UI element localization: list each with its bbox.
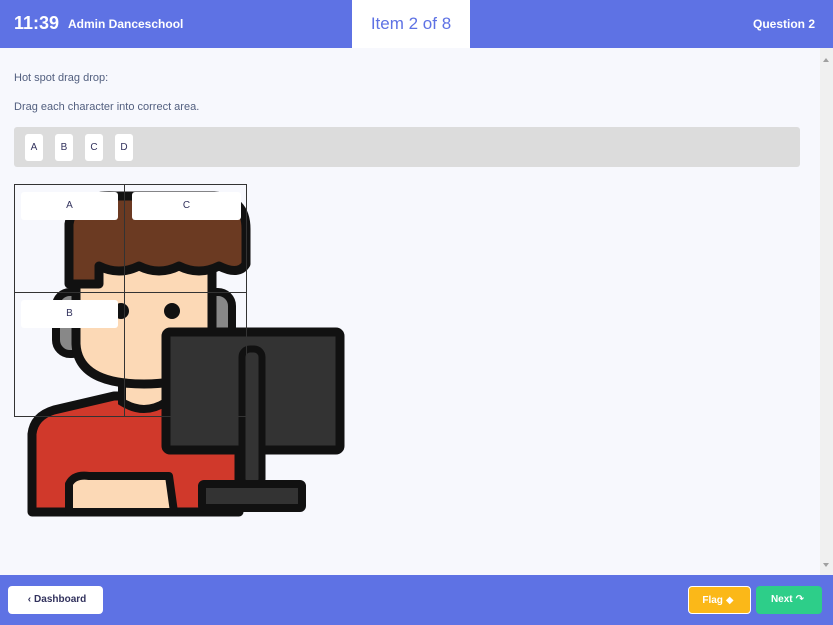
drag-tray: A B C D <box>14 127 800 167</box>
placed-chip-a[interactable]: A <box>21 192 118 220</box>
next-label: Next <box>770 594 793 605</box>
flag-button[interactable]: Flag ◆ <box>688 586 751 614</box>
question-type-label: Hot spot drag drop: <box>14 72 109 84</box>
scroll-up-icon[interactable] <box>823 58 829 62</box>
tag-icon: ◆ <box>725 595 734 606</box>
drag-chip-b[interactable]: B <box>55 134 73 161</box>
chevron-left-icon: ‹ <box>27 594 32 605</box>
next-button[interactable]: Next ↷ <box>756 586 822 614</box>
placed-chip-b[interactable]: B <box>21 300 118 328</box>
top-bar: 11:39 Admin Danceschool Item 2 of 8 Ques… <box>0 0 833 48</box>
share-arrow-icon: ↷ <box>795 594 805 605</box>
dashboard-button[interactable]: ‹ Dashboard <box>8 586 103 614</box>
item-counter: Item 2 of 8 <box>352 0 470 48</box>
app-title: Admin Danceschool <box>68 17 184 31</box>
flag-label: Flag <box>702 595 723 606</box>
placed-chip-c[interactable]: C <box>132 192 241 220</box>
drag-chip-c[interactable]: C <box>85 134 103 161</box>
vertical-scrollbar[interactable] <box>820 48 833 575</box>
timer: 11:39 <box>14 13 60 33</box>
drag-chip-d[interactable]: D <box>115 134 133 161</box>
drag-chip-a[interactable]: A <box>25 134 43 161</box>
drop-zone-bottom-right[interactable] <box>124 292 247 417</box>
hotspot-image-area: A C B <box>14 184 354 519</box>
question-label: Question 2 <box>752 17 815 31</box>
dashboard-label: Dashboard <box>34 594 87 605</box>
bottom-bar: ‹ Dashboard Flag ◆ Next ↷ <box>0 575 833 625</box>
question-instruction: Drag each character into correct area. <box>14 101 200 113</box>
scroll-down-icon[interactable] <box>823 563 829 567</box>
